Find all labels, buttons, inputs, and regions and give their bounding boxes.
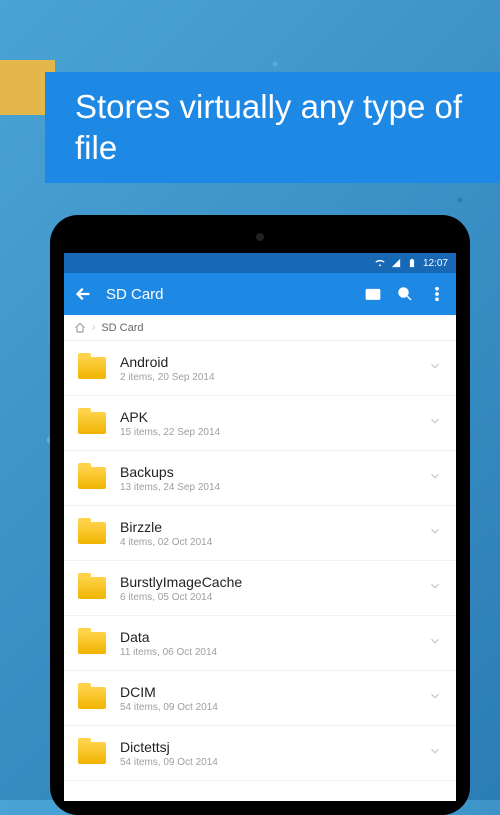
expand-button[interactable] xyxy=(428,359,442,378)
new-folder-icon xyxy=(364,285,382,303)
file-subtext: 13 items, 24 Sep 2014 xyxy=(120,482,414,493)
chevron-down-icon xyxy=(428,579,442,593)
tablet-camera xyxy=(256,233,264,241)
app-bar: SD Card xyxy=(64,273,456,315)
file-name: Dictettsj xyxy=(120,739,414,755)
promo-headline: Stores virtually any type of file xyxy=(45,72,500,183)
expand-button[interactable] xyxy=(428,579,442,598)
file-meta: APK 15 items, 22 Sep 2014 xyxy=(120,409,414,438)
file-name: APK xyxy=(120,409,414,425)
file-subtext: 54 items, 09 Oct 2014 xyxy=(120,702,414,713)
signal-icon xyxy=(391,258,401,268)
expand-button[interactable] xyxy=(428,469,442,488)
file-row[interactable]: Dictettsj 54 items, 09 Oct 2014 xyxy=(64,726,456,781)
chevron-down-icon xyxy=(428,744,442,758)
status-time: 12:07 xyxy=(423,258,448,269)
file-meta: Dictettsj 54 items, 09 Oct 2014 xyxy=(120,739,414,768)
file-meta: BurstlyImageCache 6 items, 05 Oct 2014 xyxy=(120,574,414,603)
folder-icon xyxy=(78,357,106,379)
file-name: Backups xyxy=(120,464,414,480)
battery-icon xyxy=(407,258,417,268)
expand-button[interactable] xyxy=(428,744,442,763)
file-name: Android xyxy=(120,354,414,370)
arrow-left-icon xyxy=(74,285,92,303)
breadcrumb-current: SD Card xyxy=(101,322,143,334)
device-screen: 12:07 SD Card › SD Card Android 2 items, … xyxy=(64,253,456,801)
chevron-down-icon xyxy=(428,469,442,483)
folder-icon xyxy=(78,632,106,654)
breadcrumb[interactable]: › SD Card xyxy=(64,315,456,341)
file-subtext: 2 items, 20 Sep 2014 xyxy=(120,372,414,383)
more-vert-icon xyxy=(428,285,446,303)
chevron-down-icon xyxy=(428,524,442,538)
expand-button[interactable] xyxy=(428,414,442,433)
chevron-down-icon xyxy=(428,414,442,428)
file-meta: Backups 13 items, 24 Sep 2014 xyxy=(120,464,414,493)
file-name: BurstlyImageCache xyxy=(120,574,414,590)
overflow-menu-button[interactable] xyxy=(428,285,446,303)
chevron-down-icon xyxy=(428,359,442,373)
chevron-down-icon xyxy=(428,634,442,648)
folder-icon xyxy=(78,577,106,599)
file-subtext: 6 items, 05 Oct 2014 xyxy=(120,592,414,603)
back-button[interactable] xyxy=(74,285,92,303)
file-row[interactable]: BurstlyImageCache 6 items, 05 Oct 2014 xyxy=(64,561,456,616)
home-icon xyxy=(74,322,86,334)
expand-button[interactable] xyxy=(428,524,442,543)
file-row[interactable]: Android 2 items, 20 Sep 2014 xyxy=(64,341,456,396)
file-name: DCIM xyxy=(120,684,414,700)
file-row[interactable]: APK 15 items, 22 Sep 2014 xyxy=(64,396,456,451)
search-icon xyxy=(396,285,414,303)
wifi-icon xyxy=(375,258,385,268)
file-subtext: 4 items, 02 Oct 2014 xyxy=(120,537,414,548)
chevron-down-icon xyxy=(428,689,442,703)
file-list[interactable]: Android 2 items, 20 Sep 2014 APK 15 items, … xyxy=(64,341,456,801)
file-row[interactable]: DCIM 54 items, 09 Oct 2014 xyxy=(64,671,456,726)
file-name: Data xyxy=(120,629,414,645)
folder-icon xyxy=(78,467,106,489)
file-name: Birzzle xyxy=(120,519,414,535)
folder-icon xyxy=(78,687,106,709)
chevron-right-icon: › xyxy=(92,322,95,333)
appbar-title: SD Card xyxy=(106,286,350,303)
file-row[interactable]: Backups 13 items, 24 Sep 2014 xyxy=(64,451,456,506)
file-subtext: 54 items, 09 Oct 2014 xyxy=(120,757,414,768)
folder-icon xyxy=(78,742,106,764)
file-subtext: 15 items, 22 Sep 2014 xyxy=(120,427,414,438)
file-meta: Birzzle 4 items, 02 Oct 2014 xyxy=(120,519,414,548)
expand-button[interactable] xyxy=(428,689,442,708)
file-subtext: 11 items, 06 Oct 2014 xyxy=(120,647,414,658)
tablet-frame: 12:07 SD Card › SD Card Android 2 items, … xyxy=(50,215,470,815)
expand-button[interactable] xyxy=(428,634,442,653)
new-folder-button[interactable] xyxy=(364,285,382,303)
file-meta: Data 11 items, 06 Oct 2014 xyxy=(120,629,414,658)
file-meta: Android 2 items, 20 Sep 2014 xyxy=(120,354,414,383)
file-row[interactable]: Data 11 items, 06 Oct 2014 xyxy=(64,616,456,671)
file-meta: DCIM 54 items, 09 Oct 2014 xyxy=(120,684,414,713)
folder-icon xyxy=(78,522,106,544)
file-row[interactable]: Birzzle 4 items, 02 Oct 2014 xyxy=(64,506,456,561)
status-bar: 12:07 xyxy=(64,253,456,273)
folder-icon xyxy=(78,412,106,434)
search-button[interactable] xyxy=(396,285,414,303)
